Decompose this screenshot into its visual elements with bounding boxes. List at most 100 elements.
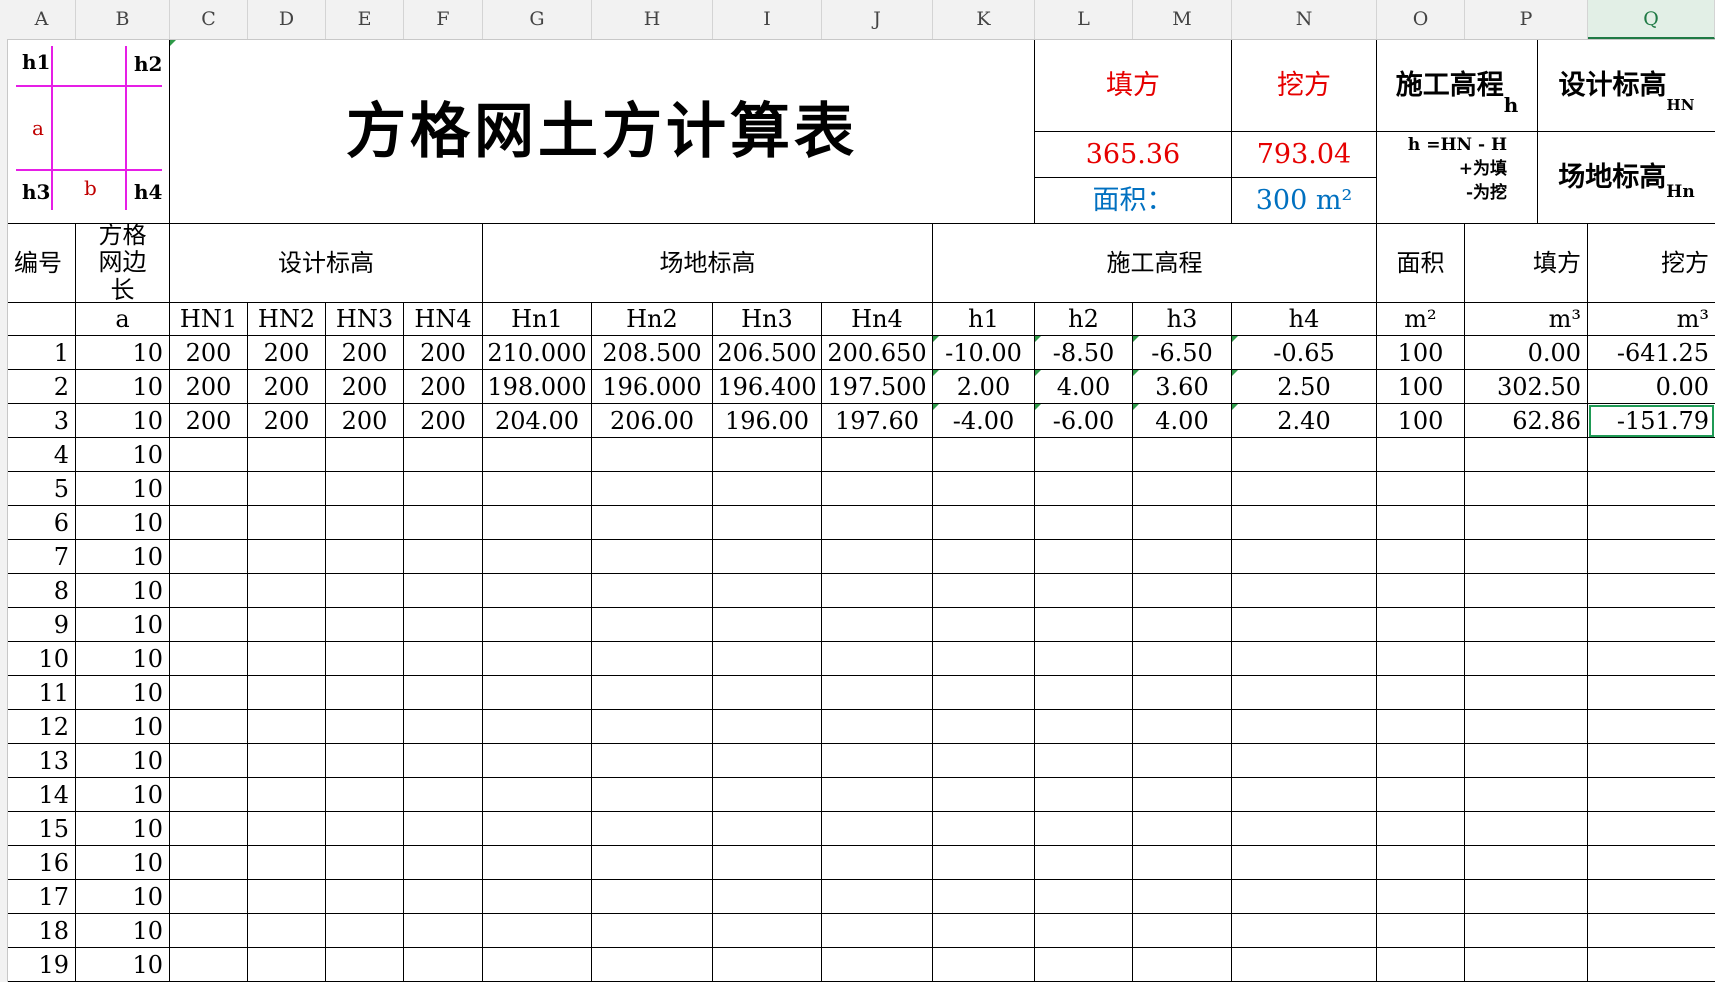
cell-e21[interactable] — [326, 880, 404, 914]
cell-p22[interactable] — [1465, 914, 1588, 948]
cell-m14[interactable] — [1133, 642, 1232, 676]
cell-b11[interactable]: 10 — [76, 540, 170, 574]
cell-k13[interactable] — [933, 608, 1035, 642]
cell-a17[interactable]: 13 — [8, 744, 76, 778]
cell-c8[interactable] — [170, 438, 248, 472]
cell-q5[interactable]: -641.25 — [1588, 336, 1715, 370]
cell-j18[interactable] — [822, 778, 933, 812]
cell-l23[interactable] — [1035, 948, 1133, 982]
cell-c13[interactable] — [170, 608, 248, 642]
cell-n22[interactable] — [1232, 914, 1377, 948]
cell-p16[interactable] — [1465, 710, 1588, 744]
page-title[interactable]: 方格网土方计算表 — [170, 40, 1035, 224]
cell-c14[interactable] — [170, 642, 248, 676]
cell-j13[interactable] — [822, 608, 933, 642]
cell-o8[interactable] — [1377, 438, 1465, 472]
cell-d21[interactable] — [248, 880, 326, 914]
cell-j12[interactable] — [822, 574, 933, 608]
subheader-m[interactable]: h3 — [1133, 303, 1232, 336]
legend-design-elevation[interactable]: 设计标高 HN — [1538, 40, 1715, 132]
cell-n16[interactable] — [1232, 710, 1377, 744]
cell-b19[interactable]: 10 — [76, 812, 170, 846]
column-header-g[interactable]: G — [483, 0, 592, 39]
header-cut[interactable]: 挖方 — [1588, 224, 1715, 303]
column-header-b[interactable]: B — [76, 0, 170, 39]
cut-total[interactable]: 793.04 — [1232, 132, 1377, 178]
cell-p20[interactable] — [1465, 846, 1588, 880]
cell-q18[interactable] — [1588, 778, 1715, 812]
cell-c19[interactable] — [170, 812, 248, 846]
cell-k18[interactable] — [933, 778, 1035, 812]
cell-h17[interactable] — [592, 744, 713, 778]
subheader-l[interactable]: h2 — [1035, 303, 1133, 336]
cell-b12[interactable]: 10 — [76, 574, 170, 608]
cell-i22[interactable] — [713, 914, 822, 948]
cell-j11[interactable] — [822, 540, 933, 574]
column-header-o[interactable]: O — [1377, 0, 1465, 39]
cell-a11[interactable]: 7 — [8, 540, 76, 574]
cell-k9[interactable] — [933, 472, 1035, 506]
cell-n12[interactable] — [1232, 574, 1377, 608]
cell-j16[interactable] — [822, 710, 933, 744]
cell-d17[interactable] — [248, 744, 326, 778]
cell-g18[interactable] — [483, 778, 592, 812]
cell-o15[interactable] — [1377, 676, 1465, 710]
cell-p14[interactable] — [1465, 642, 1588, 676]
cell-d22[interactable] — [248, 914, 326, 948]
cell-n7[interactable]: 2.40 — [1232, 404, 1377, 438]
cell-f7[interactable]: 200 — [404, 404, 483, 438]
cell-f18[interactable] — [404, 778, 483, 812]
cell-q19[interactable] — [1588, 812, 1715, 846]
cell-m23[interactable] — [1133, 948, 1232, 982]
cell-l9[interactable] — [1035, 472, 1133, 506]
cell-i14[interactable] — [713, 642, 822, 676]
cell-h18[interactable] — [592, 778, 713, 812]
area-label[interactable]: 面积： — [1035, 178, 1232, 224]
cell-a6[interactable]: 2 — [8, 370, 76, 404]
cell-i23[interactable] — [713, 948, 822, 982]
spreadsheet[interactable]: ABCDEFGHIJKLMNOPQ h1 h2 a h3 b h4 方格网土方计… — [0, 0, 1715, 982]
cell-e16[interactable] — [326, 710, 404, 744]
column-header-d[interactable]: D — [248, 0, 326, 39]
cell-g13[interactable] — [483, 608, 592, 642]
cell-e23[interactable] — [326, 948, 404, 982]
cell-f14[interactable] — [404, 642, 483, 676]
cell-o11[interactable] — [1377, 540, 1465, 574]
cell-p5[interactable]: 0.00 — [1465, 336, 1588, 370]
cell-g20[interactable] — [483, 846, 592, 880]
cell-m18[interactable] — [1133, 778, 1232, 812]
column-header-e[interactable]: E — [326, 0, 404, 39]
cell-d18[interactable] — [248, 778, 326, 812]
cell-e9[interactable] — [326, 472, 404, 506]
cell-m9[interactable] — [1133, 472, 1232, 506]
cell-a23[interactable]: 19 — [8, 948, 76, 982]
cell-i9[interactable] — [713, 472, 822, 506]
cell-a12[interactable]: 8 — [8, 574, 76, 608]
subheader-i[interactable]: Hn3 — [713, 303, 822, 336]
cell-d10[interactable] — [248, 506, 326, 540]
cell-m5[interactable]: -6.50 — [1133, 336, 1232, 370]
legend-site-elevation[interactable]: 场地标高 Hn — [1538, 132, 1715, 224]
cell-h13[interactable] — [592, 608, 713, 642]
header-design-elevation[interactable]: 设计标高 — [170, 224, 483, 303]
column-header-p[interactable]: P — [1465, 0, 1588, 39]
legend-construction-height[interactable]: 施工高程 h — [1377, 40, 1538, 132]
cell-p23[interactable] — [1465, 948, 1588, 982]
cell-i16[interactable] — [713, 710, 822, 744]
subheader-e[interactable]: HN3 — [326, 303, 404, 336]
cell-n13[interactable] — [1232, 608, 1377, 642]
cell-d19[interactable] — [248, 812, 326, 846]
cell-f5[interactable]: 200 — [404, 336, 483, 370]
cell-l13[interactable] — [1035, 608, 1133, 642]
cell-e18[interactable] — [326, 778, 404, 812]
cell-o14[interactable] — [1377, 642, 1465, 676]
subheader-j[interactable]: Hn4 — [822, 303, 933, 336]
cell-e22[interactable] — [326, 914, 404, 948]
subheader-h[interactable]: Hn2 — [592, 303, 713, 336]
cell-g15[interactable] — [483, 676, 592, 710]
header-construction-height[interactable]: 施工高程 — [933, 224, 1377, 303]
cell-b9[interactable]: 10 — [76, 472, 170, 506]
subheader-q[interactable]: m³ — [1588, 303, 1715, 336]
column-header-j[interactable]: J — [822, 0, 933, 39]
cell-p8[interactable] — [1465, 438, 1588, 472]
